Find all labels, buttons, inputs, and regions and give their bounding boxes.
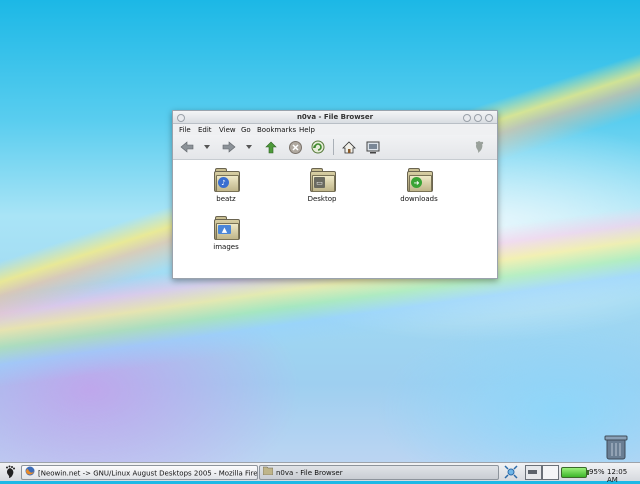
file-item-beatz[interactable]: ♪ beatz	[191, 168, 261, 203]
menu-go[interactable]: Go	[241, 126, 251, 134]
back-icon[interactable]	[180, 140, 194, 154]
task-file-browser[interactable]: n0va - File Browser	[259, 465, 499, 480]
minimize-button[interactable]	[463, 114, 471, 122]
battery-icon	[561, 467, 589, 478]
file-browser-window: n0va - File Browser File Edit View Go Bo…	[172, 110, 498, 279]
stop-icon[interactable]	[288, 140, 302, 154]
clock[interactable]: 12:05 AM	[607, 468, 640, 484]
close-button[interactable]	[485, 114, 493, 122]
menu-file[interactable]: File	[179, 126, 191, 134]
home-icon[interactable]	[342, 140, 356, 154]
network-icon[interactable]	[504, 465, 518, 479]
file-label: downloads	[400, 195, 438, 203]
gnome-foot-icon[interactable]	[3, 465, 17, 479]
maximize-button[interactable]	[474, 114, 482, 122]
folder-icon	[262, 466, 274, 479]
firefox-icon	[25, 466, 35, 479]
up-icon[interactable]	[264, 140, 278, 154]
battery-percent: 95%	[589, 468, 605, 476]
toolbar-separator	[333, 139, 334, 155]
computer-icon[interactable]	[366, 140, 380, 154]
menu-edit[interactable]: Edit	[198, 126, 212, 134]
menu-view[interactable]: View	[219, 126, 236, 134]
forward-icon[interactable]	[222, 140, 236, 154]
file-item-downloads[interactable]: ➜ downloads	[384, 168, 454, 203]
file-item-images[interactable]: ▲ images	[191, 216, 261, 251]
file-label: images	[213, 243, 239, 251]
menu-help[interactable]: Help	[299, 126, 315, 134]
taskbar: [Neowin.net -> GNU/Linux August Desktops…	[0, 462, 640, 484]
file-item-desktop[interactable]: ▭ Desktop	[287, 168, 357, 203]
desktop-folder-icon: ▭	[309, 168, 336, 192]
menu-bar: File Edit View Go Bookmarks Help	[173, 124, 497, 135]
window-title: n0va - File Browser	[296, 113, 374, 121]
workspace-1-button[interactable]	[525, 465, 542, 480]
window-menu-button[interactable]	[177, 114, 185, 122]
title-bar[interactable]: n0va - File Browser	[173, 111, 497, 124]
file-label: Desktop	[307, 195, 337, 203]
trash-icon[interactable]	[604, 434, 628, 460]
music-folder-icon: ♪	[213, 168, 240, 192]
images-folder-icon: ▲	[213, 216, 240, 240]
throbber-icon	[472, 140, 486, 154]
back-history-arrow[interactable]	[203, 140, 211, 154]
forward-history-arrow[interactable]	[245, 140, 253, 154]
toolbar	[173, 135, 497, 160]
task-label: [Neowin.net -> GNU/Linux August Desktops…	[38, 469, 258, 478]
reload-icon[interactable]	[311, 140, 325, 154]
downloads-folder-icon: ➜	[406, 168, 433, 192]
workspace-2-button[interactable]	[542, 465, 559, 480]
task-firefox[interactable]: [Neowin.net -> GNU/Linux August Desktops…	[21, 465, 258, 480]
file-view[interactable]: ♪ beatz ▭ Desktop ➜ downloads ▲ images	[173, 160, 497, 278]
task-label: n0va - File Browser	[276, 469, 343, 477]
menu-bookmarks[interactable]: Bookmarks	[257, 126, 296, 134]
file-label: beatz	[216, 195, 236, 203]
